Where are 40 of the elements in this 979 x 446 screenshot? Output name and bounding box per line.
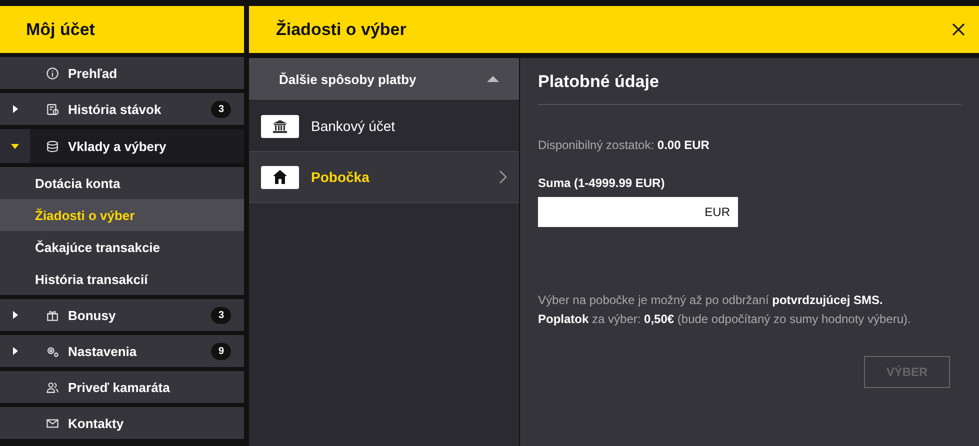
people-icon: [46, 380, 59, 394]
caret-right-icon: [12, 105, 18, 113]
menu-item[interactable]: História stávok 3: [0, 93, 244, 125]
menu-item[interactable]: Prehľad: [0, 57, 244, 89]
info-text: Výber na pobočke je možný až po odbržaní potvrdzujúcej SMS.: [538, 293, 884, 307]
house-icon: [261, 166, 299, 188]
page-title: Žiadosti o výber: [276, 20, 406, 40]
submenu-item[interactable]: Žiadosti o výber: [0, 199, 244, 231]
menu-item[interactable]: Kontakty: [0, 407, 244, 439]
amount-field[interactable]: EUR: [538, 197, 738, 227]
count-badge: 3: [211, 306, 231, 324]
balance-text: Disponibilný zostatok: 0.00 EUR: [538, 138, 710, 152]
caret-icon: [487, 76, 499, 82]
menu-item[interactable]: Vklady a výbery: [0, 129, 244, 163]
caret-right-icon: [12, 347, 18, 355]
chevron-right-icon: [499, 170, 507, 184]
submenu-item[interactable]: Dotácia konta: [0, 167, 244, 199]
count-badge: 9: [211, 342, 231, 360]
mail-icon: [46, 416, 59, 430]
receipt-icon: [46, 102, 59, 116]
gears-icon: [46, 344, 59, 358]
gift-icon: [46, 308, 59, 322]
amount-label: Suma (1-4999.99 EUR): [538, 176, 666, 190]
section-header[interactable]: Ďalšie spôsoby platby: [249, 58, 519, 101]
payment-option[interactable]: Pobočka: [249, 152, 519, 203]
info-text: Poplatok za výber: 0,50€ (bude odpočítaný zo sumy hodnoty výberu).: [538, 312, 912, 326]
info-icon: [46, 66, 59, 80]
menu-item[interactable]: Nastavenia 9: [0, 335, 244, 367]
coins-icon: [46, 140, 59, 152]
menu-item[interactable]: Priveď kamaráta: [0, 371, 244, 403]
caret-down-icon: [11, 144, 19, 148]
caret-right-icon: [12, 311, 18, 319]
submenu-item[interactable]: Čakajúce transakcie: [0, 231, 244, 263]
section-title: Platobné údaje: [538, 58, 961, 105]
bank-icon: [261, 114, 299, 138]
sidebar-title: Môj účet: [0, 6, 244, 53]
menu-item[interactable]: Bonusy 3: [0, 299, 244, 331]
close-icon: [952, 23, 965, 36]
submenu-item[interactable]: História transakcií: [0, 263, 244, 295]
count-badge: 3: [211, 100, 231, 118]
